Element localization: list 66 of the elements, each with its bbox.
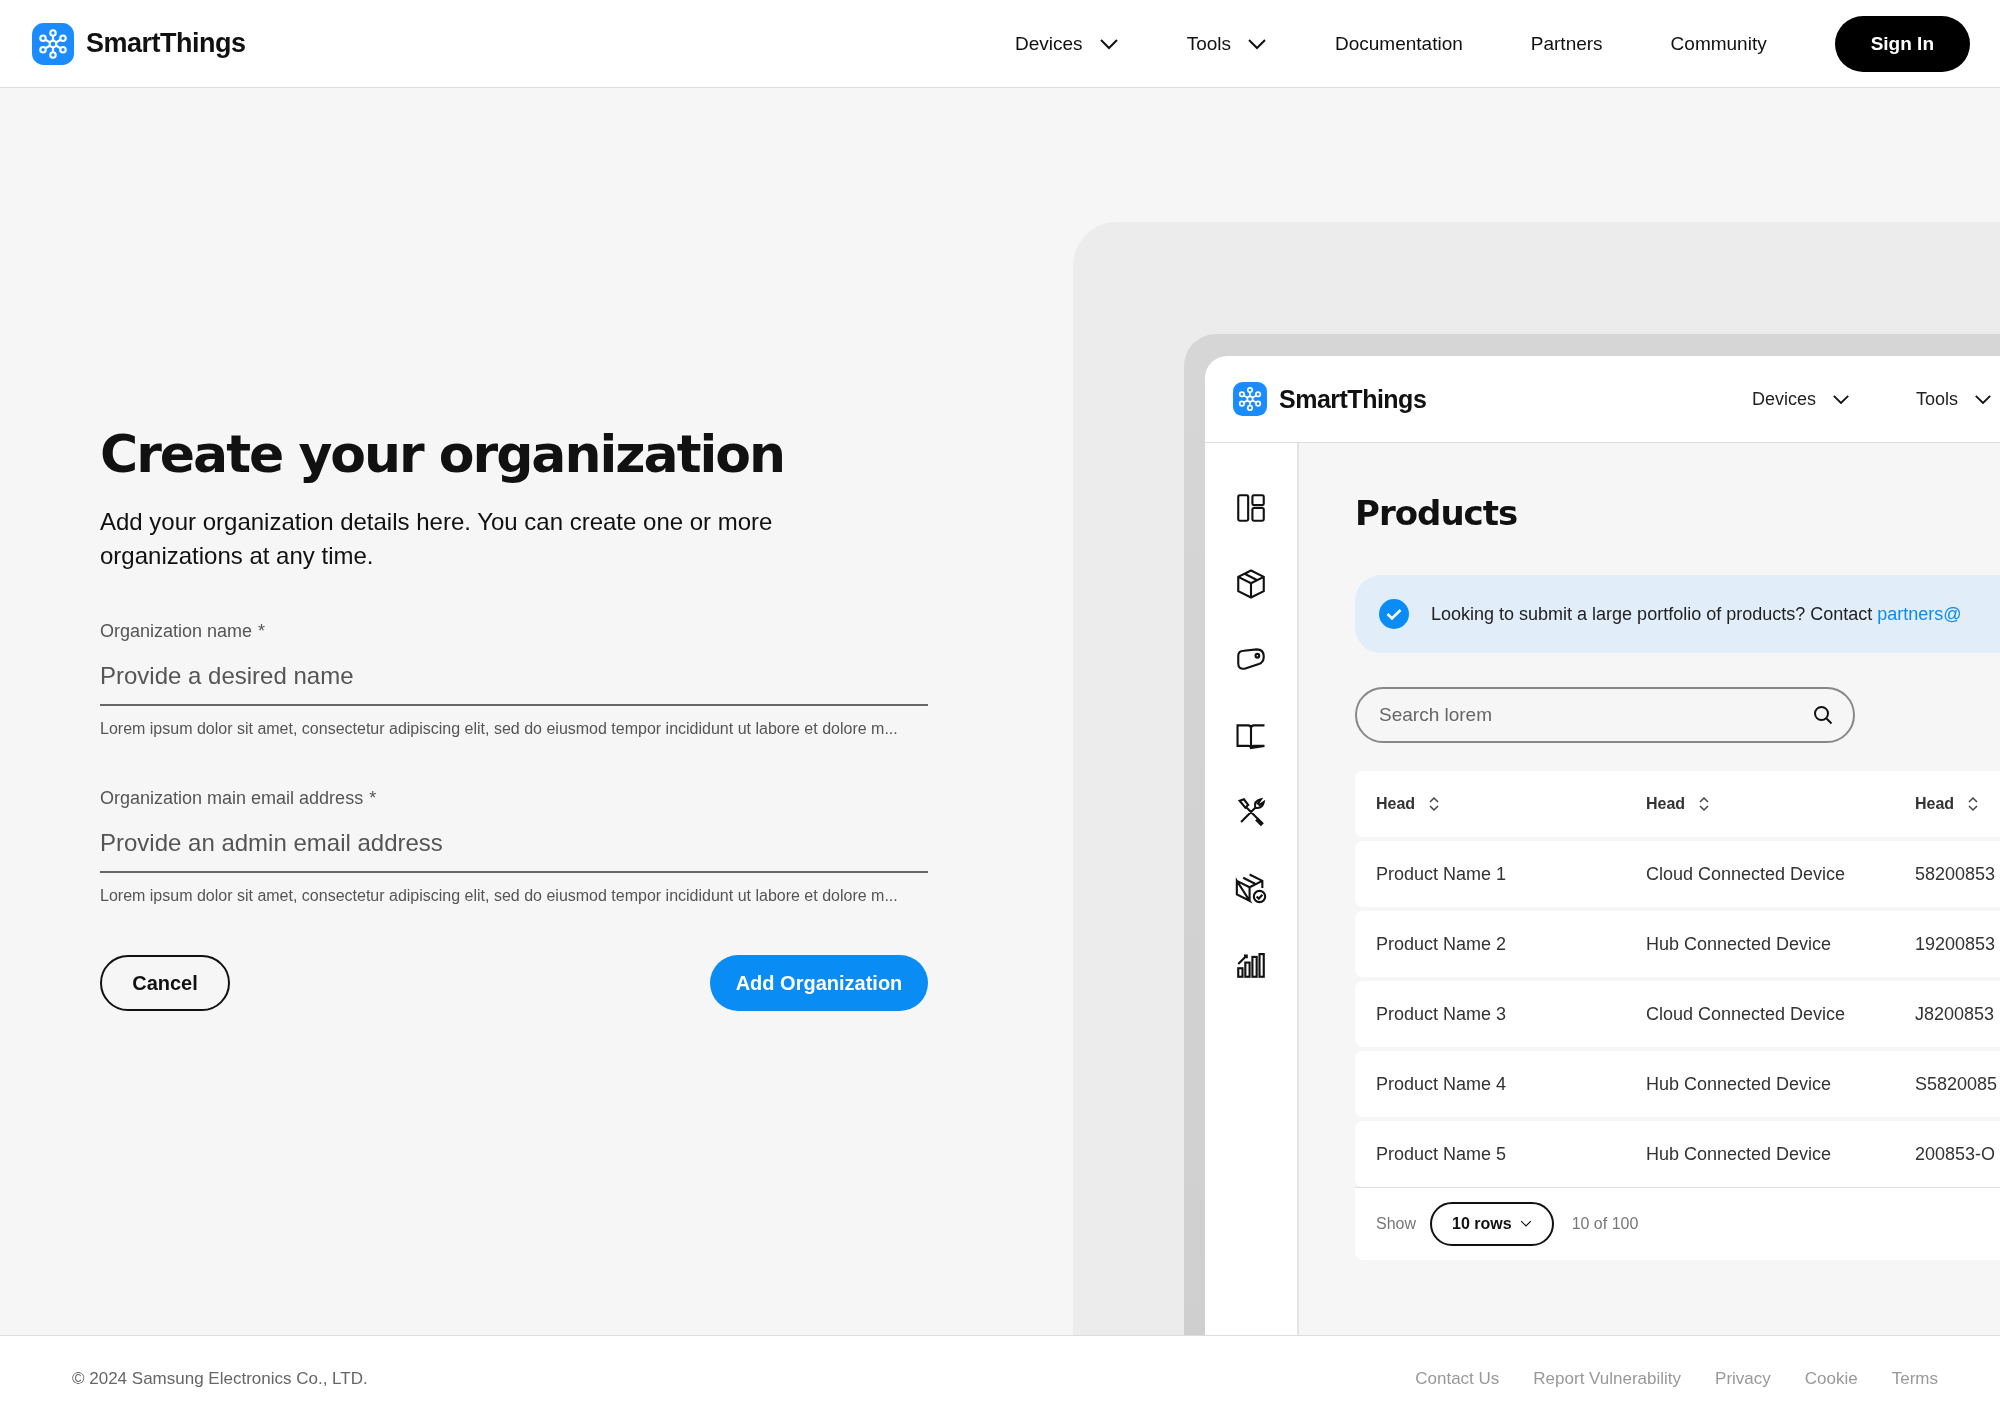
nav-link[interactable]: Documentation [1335, 32, 1463, 55]
page-range: 10 of 100 [1571, 1215, 1639, 1233]
table-cell-text: Hub Connected Device [1646, 1143, 1833, 1165]
layout-icon[interactable] [1234, 491, 1268, 525]
table-cell-text: Hub Connected Device [1646, 1073, 1833, 1095]
table-row[interactable]: Product Name 1 Cloud Connected Device 58200853 [1355, 841, 2000, 907]
check-icon [1379, 599, 1409, 629]
table-row[interactable]: Product Name 3 Cloud Connected Device J8200853 [1355, 981, 2000, 1047]
logo-icon [32, 22, 74, 65]
banner-text: Looking to submit a large portfolio of products? Contact partners@ [1431, 603, 1962, 625]
rows-dropdown[interactable]: 10 rows [1430, 1202, 1554, 1246]
search-field[interactable]: Search lorem [1355, 687, 1855, 743]
search-icon[interactable] [1813, 705, 1833, 725]
cube-icon[interactable] [1234, 567, 1268, 601]
table-cell-text: 19200853 [1915, 933, 1997, 955]
sort-icon[interactable] [1699, 796, 1710, 812]
table-cell-text: Product Name 3 [1376, 1003, 1508, 1025]
show-label: Show [1376, 1215, 1417, 1233]
page-title: Products [1355, 493, 1519, 533]
text-field[interactable]: Provide an admin email address [100, 809, 928, 874]
table-cell-text: Product Name 5 [1376, 1143, 1508, 1165]
helper-text: Lorem ipsum dolor sit amet, consectetur adipiscing elit, sed do eiusmod tempor incididunt ut labore et dolore m... [100, 887, 899, 906]
cancel-button[interactable]: Cancel [100, 955, 230, 1012]
table-cell-text: Product Name 4 [1376, 1073, 1508, 1095]
table-row[interactable]: Product Name 4 Hub Connected Device S5820085 [1355, 1051, 2000, 1117]
required-mark: * [258, 621, 266, 643]
nav-link[interactable]: Community [1670, 32, 1767, 55]
required-mark: * [369, 788, 377, 810]
sign-in-button[interactable]: Sign In [1834, 15, 1970, 72]
logo-icon [1233, 382, 1267, 416]
column-header[interactable]: Head [1915, 795, 1955, 813]
column-header[interactable]: Head [1646, 795, 1686, 813]
table-cell-text: S5820085 [1915, 1073, 1999, 1095]
nav-link[interactable]: Tools [1915, 388, 1992, 410]
sort-icon[interactable] [1429, 796, 1440, 812]
table-cell-text: Product Name 2 [1376, 933, 1508, 955]
table-cell-text: Product Name 1 [1376, 863, 1508, 885]
chevron-down-icon [1831, 393, 1850, 405]
sort-icon[interactable] [1968, 796, 1979, 812]
chevron-down-icon [1247, 37, 1267, 50]
copyright-text: © 2024 Samsung Electronics Co., LTD. [72, 1369, 368, 1389]
chevron-down-icon [1098, 37, 1119, 50]
brand-name: SmartThings [1279, 384, 1427, 414]
chevron-down-icon [1974, 393, 1992, 405]
brand-name: SmartThings [86, 28, 246, 59]
column-header[interactable]: Head [1376, 795, 1416, 813]
helper-text: Lorem ipsum dolor sit amet, consectetur adipiscing elit, sed do eiusmod tempor incididunt ut labore et dolore m... [100, 720, 899, 739]
chevron-down-icon [1519, 1220, 1532, 1228]
description-text: Add your organization details here. You can create one or more organizations at any time. [100, 507, 774, 572]
table-row[interactable]: Product Name 5 Hub Connected Device 200853-O [1355, 1121, 2000, 1187]
table-cell-text: Cloud Connected Device [1646, 1003, 1847, 1025]
field-label: Organization main email address [100, 788, 364, 810]
nav-link[interactable]: Devices [1751, 388, 1850, 410]
text-field[interactable]: Provide a desired name [100, 642, 928, 707]
field-label: Organization name [100, 621, 253, 643]
page-heading: Create your organization [100, 426, 786, 484]
nav-link[interactable]: Devices [1015, 32, 1119, 55]
table-cell-text: Hub Connected Device [1646, 933, 1833, 955]
table-cell-text: 200853-O [1915, 1143, 1997, 1165]
table-row[interactable]: Product Name 2 Hub Connected Device 19200853 [1355, 911, 2000, 977]
table-cell-text: Cloud Connected Device [1646, 863, 1847, 885]
nav-link[interactable]: Tools [1186, 32, 1267, 55]
nav-link[interactable]: Partners [1530, 32, 1603, 55]
box-check-icon[interactable] [1234, 871, 1268, 905]
table-cell-text: J8200853 [1915, 1003, 1996, 1025]
table-cell-text: 58200853 [1915, 863, 1997, 885]
